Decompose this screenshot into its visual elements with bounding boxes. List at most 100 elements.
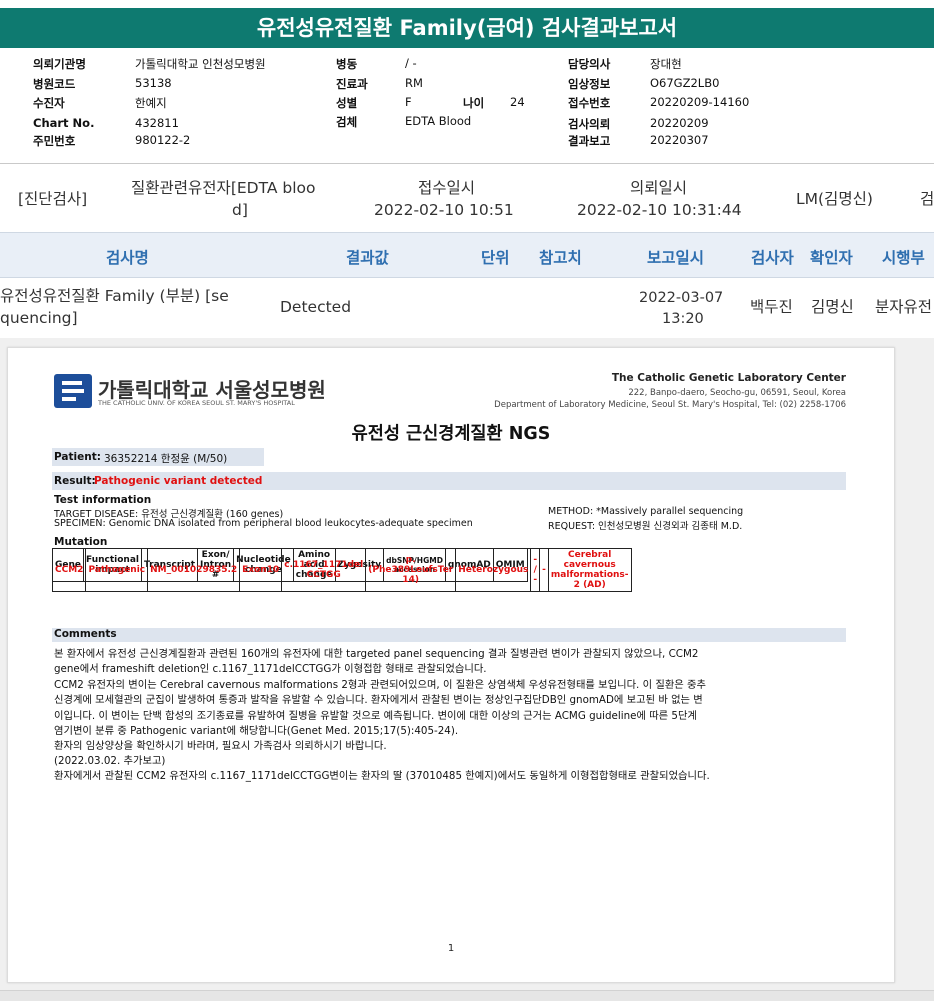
test-category: [진단검사] [18,190,88,208]
doc-lab-name: The Catholic Genetic Laboratory Center [611,372,846,384]
mutation-data-row: CCM2 Pathogenic NM_001029835.2 Exon10 c.… [51,548,632,592]
dept-label: 진료과 [336,77,368,91]
doctor-value: 장대현 [650,57,682,71]
gene-test-name-2: d] [232,201,248,219]
recipient-label: 수진자 [33,96,65,110]
doc-patient-value: 36352214 한정윤 (M/50) [104,453,228,465]
doc-result-label: Result: [54,475,96,487]
comment-line: CCM2 유전자의 변이는 Cerebral cavernous malform… [54,679,706,691]
col-tester[interactable]: 검사자 [751,246,794,268]
ward-label: 병동 [336,57,358,71]
specimen-value: EDTA Blood [405,114,472,128]
comment-line: 염기변이 분류 중 Pathogenic variant에 해당합니다(Gene… [54,725,459,737]
request-info: REQUEST: 인천성모병원 신경외과 김종태 M.D. [548,521,743,532]
gene-test-name-1: 질환관련유전자[EDTA bloo [131,179,316,197]
doc-lab-address: 222, Banpo-daero, Seocho-gu, 06591, Seou… [628,388,846,398]
comments-heading: Comments [54,628,117,640]
result-test-name-2: quencing] [0,309,78,327]
test-info-heading: Test information [54,494,152,506]
report-title-bar: 유전성유전질환 Family(급여) 검사결과보고서 [0,8,934,46]
mut-exon: Exon10 [239,548,283,592]
mut-gene: CCM2 [51,548,87,592]
lm-name: LM(김명신) [796,190,873,208]
comment-line: 본 환자에서 유전성 근신경계질환과 관련된 160개의 유전자에 대한 tar… [54,648,699,660]
mut-transcript: NM_001029835.2 [147,548,241,592]
result-date: 2022-03-07 [639,290,724,306]
col-dept[interactable]: 시행부 [882,246,925,268]
comment-line: 환자의 임상양상을 확인하시기 바라며, 필요시 가족검사 의뢰하시기 바랍니다… [54,740,387,752]
mut-dbsnp: - / - [530,548,541,592]
doc-title: 유전성 근신경계질환 NGS [351,424,551,444]
mut-nucleotide: c.1167_1171del CCTGG [281,548,367,592]
col-test-name[interactable]: 검사명 [106,246,149,268]
age-value: 24 [510,95,525,109]
recipient-value: 한예지 [135,96,167,110]
doc-hospital-sub: THE CATHOLIC UNIV. OF KOREA SEOUL ST. MA… [98,399,295,407]
method-info: METHOD: *Massively parallel sequencing [548,506,744,517]
mut-zygosity: Heterozygous [455,548,532,592]
col-confirmer[interactable]: 확인자 [810,246,853,268]
order-summary-row[interactable]: [진단검사] 질환관련유전자[EDTA bloo d] 접수일시 2022-02… [0,168,934,230]
hospital-value: 가톨릭대학교 인천성모병원 [135,57,266,71]
result-dept: 분자유전 [875,298,933,316]
separator [0,163,934,164]
comments-band [52,628,846,642]
mutation-heading: Mutation [54,536,108,548]
hospital-logo-icon [54,374,92,408]
requested-datetime: 2022-02-10 10:31:44 [577,201,742,219]
horizontal-scrollbar[interactable] [0,990,934,1001]
ward-value: / - [405,56,417,70]
report-document-page: 가톨릭대학교 서울성모병원 THE CATHOLIC UNIV. OF KORE… [7,347,895,983]
code-value: 53138 [135,76,172,90]
col-unit[interactable]: 단위 [481,246,510,268]
request-value: 20220209 [650,116,709,130]
result-value: Detected [280,298,352,316]
title-rule [0,46,934,48]
specimen-label: 검체 [336,115,358,129]
result-test-name-1: 유전성유전질환 Family (부분) [se [0,287,229,305]
truncated-col: 검 [920,190,934,208]
clinical-value: O67GZ2LB0 [650,76,720,90]
hospital-label: 의뢰기관명 [33,57,86,71]
mut-gnomad: - [539,548,549,592]
mut-amino: p.(Phe389LeufsTer 14) [365,548,457,592]
col-result[interactable]: 결과값 [346,246,389,268]
clinical-label: 임상정보 [568,77,611,91]
received-label: 접수일시 [418,179,476,197]
page-number: 1 [447,943,455,954]
specimen-info: SPECIMEN: Genomic DNA isolated from peri… [54,518,473,529]
comment-line: (2022.03.02. 추가보고) [54,755,166,767]
report-title: 유전성유전질환 Family(급여) 검사결과보고서 [256,16,678,40]
comment-line: 신경계에 모세혈관의 군집이 발생하여 통증과 발작을 유발할 수 있습니다. … [54,694,703,706]
comment-line: 이입니다. 이 변이는 단백 합성의 조기종료를 유발하여 질병을 유발할 것으… [54,710,697,722]
dept-value: RM [405,76,423,90]
received-datetime: 2022-02-10 10:51 [374,201,514,219]
report-value: 20220307 [650,133,709,147]
result-tester: 백두진 [750,298,793,316]
mut-impact: Pathogenic [85,548,149,592]
mut-omim: Cerebral cavernous malformations-2 (AD) [547,548,632,592]
sex-value: F [405,95,412,109]
ssn-value: 980122-2 [135,133,191,147]
doc-patient-label: Patient: [54,451,101,463]
result-confirmer: 김명신 [811,298,854,316]
doc-lab-dept: Department of Laboratory Medicine, Seoul… [494,400,846,410]
doctor-label: 담당의사 [568,57,611,71]
col-reference[interactable]: 참고치 [539,246,582,268]
result-time: 13:20 [662,311,704,327]
ssn-label: 주민번호 [33,134,76,148]
result-row[interactable]: 유전성유전질환 Family (부분) [se quencing] Detect… [0,279,934,337]
chart-label: Chart No. [33,116,95,130]
doc-result-value: Pathogenic variant detected [94,475,263,487]
code-label: 병원코드 [33,77,76,91]
receipt-label: 접수번호 [568,96,611,110]
patient-info-block: 의뢰기관명 가톨릭대학교 인천성모병원 병원코드 53138 수진자 한예지 C… [0,52,934,152]
col-report-date[interactable]: 보고일시 [647,246,704,268]
age-label: 나이 [463,96,485,110]
receipt-value: 20220209-14160 [650,95,750,109]
result-table-header: 검사명 결과값 단위 참고치 보고일시 검사자 확인자 시행부 [0,232,934,278]
chart-value: 432811 [135,116,179,130]
report-label: 결과보고 [568,134,611,148]
comment-line: 환자에게서 관찰된 CCM2 유전자의 c.1167_1171delCCTGG변… [54,770,710,782]
comment-line: gene에서 frameshift deletion인 c.1167_1171d… [54,663,487,675]
